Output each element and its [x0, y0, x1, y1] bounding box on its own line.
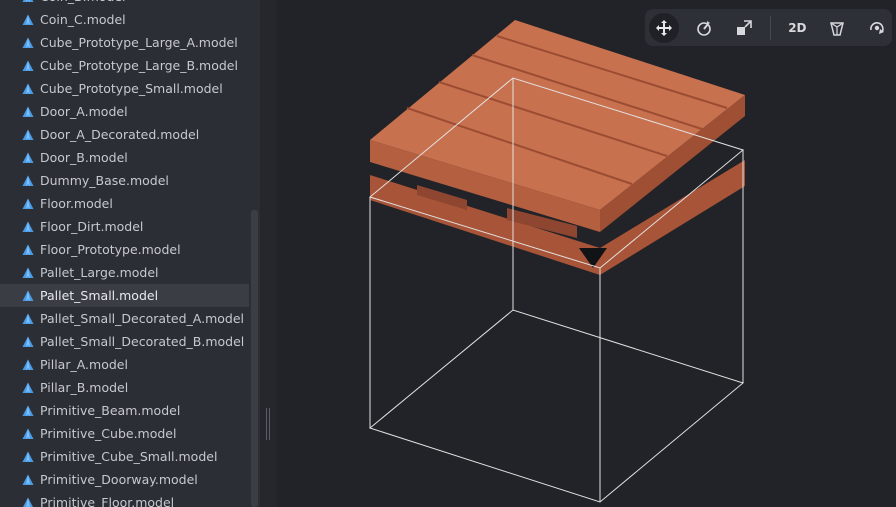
- move-icon: [655, 19, 672, 36]
- model-file-icon: [22, 336, 34, 347]
- model-file-icon: [22, 129, 34, 140]
- asset-list-item-label: Primitive_Doorway.model: [40, 472, 198, 487]
- model-file-icon: [22, 37, 34, 48]
- model-file-icon: [22, 313, 34, 324]
- asset-list-item[interactable]: Cube_Prototype_Large_B.model: [0, 54, 249, 77]
- scale-icon: [736, 19, 752, 35]
- viewport-toolbar: 2D: [645, 9, 892, 46]
- asset-list-item[interactable]: Floor.model: [0, 192, 249, 215]
- asset-list-item-label: Door_A.model: [40, 104, 128, 119]
- scale-tool-button[interactable]: [729, 13, 759, 43]
- asset-list-item[interactable]: Pallet_Large.model: [0, 261, 249, 284]
- asset-list-item[interactable]: Primitive_Doorway.model: [0, 468, 249, 491]
- asset-list-item-label: Cube_Prototype_Large_B.model: [40, 58, 238, 73]
- splitter-grip-icon[interactable]: [265, 408, 272, 440]
- orbit-camera-button[interactable]: [862, 13, 892, 43]
- asset-list-item-label: Primitive_Floor.model: [40, 495, 175, 507]
- model-file-icon: [22, 405, 34, 416]
- model-file-icon: [22, 106, 34, 117]
- asset-list-item-label: Floor.model: [40, 196, 113, 211]
- view-2d-label: 2D: [788, 20, 807, 35]
- scene-viewport[interactable]: [277, 0, 896, 507]
- asset-list-item-label: Pallet_Large.model: [40, 265, 159, 280]
- asset-list-item[interactable]: Cube_Prototype_Large_A.model: [0, 31, 249, 54]
- model-file-icon: [22, 382, 34, 393]
- asset-list-item[interactable]: Pillar_B.model: [0, 376, 249, 399]
- asset-list-item[interactable]: Door_A_Decorated.model: [0, 123, 249, 146]
- asset-list-item-label: Floor_Prototype.model: [40, 242, 181, 257]
- asset-list-item[interactable]: Pallet_Small.model: [0, 284, 249, 307]
- asset-list-item-label: Coin_C.model: [40, 12, 126, 27]
- asset-list-item[interactable]: Dummy_Base.model: [0, 169, 249, 192]
- model-file-icon: [22, 175, 34, 186]
- move-tool-button[interactable]: [648, 12, 679, 43]
- asset-list-item[interactable]: Floor_Dirt.model: [0, 215, 249, 238]
- asset-list-item-label: Pallet_Small_Decorated_A.model: [40, 311, 245, 326]
- model-preview[interactable]: [277, 0, 896, 507]
- model-file-icon: [22, 14, 34, 25]
- orbit-camera-icon: [870, 21, 885, 34]
- asset-list-item[interactable]: Floor_Prototype.model: [0, 238, 249, 261]
- asset-list-item-label: Pillar_A.model: [40, 357, 128, 372]
- asset-list-item[interactable]: Primitive_Cube.model: [0, 422, 249, 445]
- asset-list-item-label: Door_B.model: [40, 150, 128, 165]
- model-file-icon: [22, 152, 34, 163]
- toolbar-separator: [770, 15, 772, 40]
- asset-list-item[interactable]: Primitive_Floor.model: [0, 491, 249, 507]
- model-file-icon: [22, 497, 34, 507]
- rotate-tool-button[interactable]: [689, 13, 719, 43]
- model-file-icon: [22, 290, 34, 301]
- asset-list-item-label: Cube_Prototype_Small.model: [40, 81, 223, 96]
- asset-list-item-label: Pillar_B.model: [40, 380, 129, 395]
- scrollbar-thumb[interactable]: [251, 210, 258, 507]
- model-file-icon: [22, 83, 34, 94]
- asset-list-item[interactable]: Coin_B.model: [0, 0, 249, 8]
- model-file-icon: [22, 60, 34, 71]
- asset-list-item-label: Dummy_Base.model: [40, 173, 169, 188]
- asset-list-item-label: Pallet_Small.model: [40, 288, 159, 303]
- asset-file-list: Coin_B.model Coin_C.model Cube_Prototype_L…: [0, 0, 249, 507]
- asset-list-item-label: Cube_Prototype_Large_A.model: [40, 35, 238, 50]
- model-file-icon: [22, 244, 34, 255]
- model-file-icon: [22, 359, 34, 370]
- model-file-icon: [22, 0, 34, 2]
- asset-list-item-label: Primitive_Cube_Small.model: [40, 449, 218, 464]
- asset-list-item[interactable]: Door_A.model: [0, 100, 249, 123]
- model-file-icon: [22, 474, 34, 485]
- asset-list-item-label: Pallet_Small_Decorated_B.model: [40, 334, 245, 349]
- asset-list-item[interactable]: Door_B.model: [0, 146, 249, 169]
- model-file-icon: [22, 451, 34, 462]
- asset-list-item[interactable]: Cube_Prototype_Small.model: [0, 77, 249, 100]
- asset-browser-panel: Coin_B.model Coin_C.model Cube_Prototype_L…: [0, 0, 260, 507]
- asset-list-item-label: Primitive_Cube.model: [40, 426, 177, 441]
- asset-list-item[interactable]: Pillar_A.model: [0, 353, 249, 376]
- pallet-model: [370, 20, 745, 275]
- asset-list-item-label: Primitive_Beam.model: [40, 403, 181, 418]
- view-2d-button[interactable]: 2D: [782, 13, 812, 43]
- asset-list-item[interactable]: Primitive_Beam.model: [0, 399, 249, 422]
- asset-list-item-label: Door_A_Decorated.model: [40, 127, 200, 142]
- perspective-button[interactable]: [822, 13, 852, 43]
- asset-list-item-label: Floor_Dirt.model: [40, 219, 144, 234]
- asset-list-item[interactable]: Pallet_Small_Decorated_A.model: [0, 307, 249, 330]
- model-file-icon: [22, 221, 34, 232]
- asset-list-item-label: Coin_B.model: [40, 0, 126, 4]
- model-file-icon: [22, 428, 34, 439]
- rotate-icon: [696, 20, 711, 36]
- model-file-icon: [22, 198, 34, 209]
- asset-list-item[interactable]: Pallet_Small_Decorated_B.model: [0, 330, 249, 353]
- model-file-icon: [22, 267, 34, 278]
- asset-list-item[interactable]: Coin_C.model: [0, 8, 249, 31]
- asset-list-item[interactable]: Primitive_Cube_Small.model: [0, 445, 249, 468]
- perspective-icon: [830, 21, 845, 36]
